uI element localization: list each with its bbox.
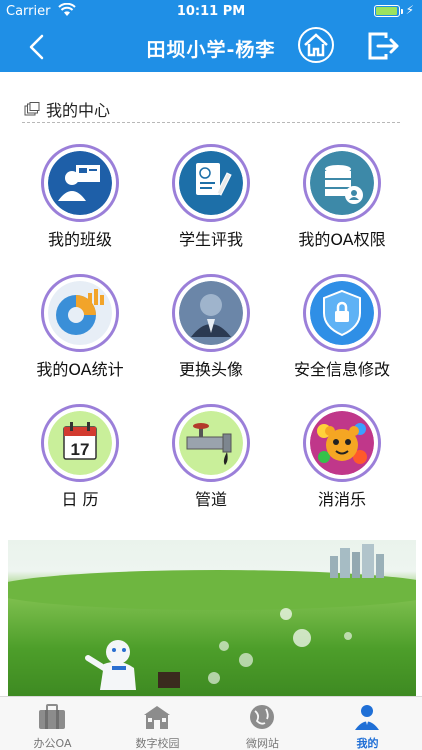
tile-label: 管道	[194, 490, 227, 509]
tile-oa-statistics[interactable]: 我的OA统计	[15, 270, 145, 390]
nav-bar: 田坝小学-杨李	[0, 22, 422, 72]
clock: 10:11 PM	[176, 4, 246, 19]
section-title: 我的中心	[46, 101, 111, 120]
tile-label: 我的OA统计	[36, 360, 124, 379]
tab-office-oa[interactable]: 办公OA	[0, 697, 105, 750]
scenery-illustration	[85, 544, 384, 690]
tile-match-game[interactable]: 消消乐	[277, 400, 407, 520]
tile-my-class[interactable]: 我的班级	[15, 140, 145, 260]
tab-label: 数字校园	[135, 737, 180, 750]
pipe-icon	[172, 404, 250, 482]
section-header: 我的中心	[22, 95, 400, 123]
tab-bar: 办公OA 数字校园 微网站 我的	[0, 696, 422, 750]
tab-micro-site[interactable]: 微网站	[210, 697, 315, 750]
page-title: 田坝小学-杨李	[146, 39, 276, 61]
tile-oa-permission[interactable]: 我的OA权限	[277, 140, 407, 260]
tile-security-info[interactable]: 安全信息修改	[277, 270, 407, 390]
tile-label: 更换头像	[178, 360, 243, 379]
tile-change-avatar[interactable]: 更换头像	[146, 270, 276, 390]
tile-label: 我的班级	[47, 230, 112, 249]
charging-icon: ⚡	[405, 3, 414, 17]
logout-button[interactable]	[366, 30, 402, 62]
class-board-icon	[41, 144, 119, 222]
tile-label: 安全信息修改	[293, 360, 390, 379]
tab-mine[interactable]: 我的	[315, 697, 420, 750]
database-user-icon	[303, 144, 381, 222]
status-bar: Carrier 10:11 PM ⚡	[0, 0, 422, 22]
top-bar: Carrier 10:11 PM ⚡ 田坝小学-杨李	[0, 0, 422, 72]
avatar-icon	[172, 274, 250, 352]
battery-level	[376, 7, 397, 15]
pie-chart-icon	[41, 274, 119, 352]
tile-label: 我的OA权限	[298, 230, 386, 249]
tile-student-review[interactable]: 学生评我	[146, 140, 276, 260]
tab-label: 办公OA	[33, 737, 72, 750]
tab-label: 我的	[356, 737, 379, 750]
shield-lock-icon	[303, 274, 381, 352]
tile-label: 消消乐	[317, 490, 366, 509]
tab-label: 微网站	[246, 737, 279, 750]
folder-stack-icon	[24, 101, 40, 116]
evaluation-sheet-icon	[172, 144, 250, 222]
grassland-banner	[8, 540, 416, 696]
school-building-icon	[142, 703, 172, 731]
battery-icon	[374, 5, 403, 17]
globe-icon	[247, 703, 277, 731]
tile-calendar[interactable]: 17 日 历	[15, 400, 145, 520]
tile-label: 学生评我	[178, 230, 243, 249]
game-icon	[303, 404, 381, 482]
person-icon	[352, 703, 382, 731]
briefcase-icon	[37, 703, 67, 731]
home-button[interactable]	[298, 27, 334, 63]
tile-pipe-game[interactable]: 管道	[146, 400, 276, 520]
calendar-icon: 17	[41, 404, 119, 482]
tile-label: 日 历	[61, 490, 99, 509]
tab-digital-campus[interactable]: 数字校园	[105, 697, 210, 750]
calendar-date: 17	[71, 440, 90, 459]
